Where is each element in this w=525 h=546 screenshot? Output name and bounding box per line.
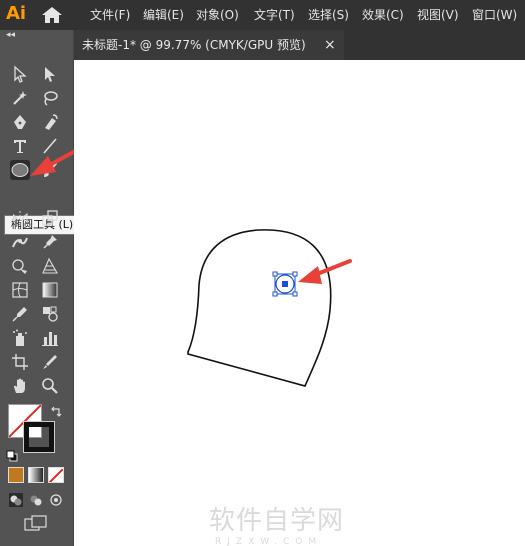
menu-select[interactable]: 选择(S): [308, 0, 349, 30]
reflect-tool-icon[interactable]: [10, 208, 30, 228]
swap-fill-stroke-icon[interactable]: [50, 403, 62, 417]
selected-anchor-point[interactable]: [272, 271, 298, 297]
menu-edit[interactable]: 编辑(E): [143, 0, 184, 30]
drawn-shape-path[interactable]: [187, 229, 332, 387]
menu-file[interactable]: 文件(F): [90, 0, 130, 30]
close-icon[interactable]: ×: [324, 30, 336, 60]
watermark-main: 软件自学网: [209, 506, 345, 536]
tools-panel: ◂◂ 椭圆工具 (L): [0, 30, 94, 546]
collapse-panel-icon[interactable]: ◂◂: [6, 30, 15, 40]
slice-tool-icon[interactable]: [40, 352, 60, 372]
menu-effect[interactable]: 效果(C): [362, 0, 404, 30]
selection-tool-icon[interactable]: [10, 64, 30, 84]
draw-behind-icon[interactable]: [28, 492, 44, 508]
menu-window[interactable]: 窗口(W): [472, 0, 517, 30]
puppet-warp-tool-icon[interactable]: [40, 232, 60, 252]
menu-type[interactable]: 文字(T): [254, 0, 295, 30]
watermark: 软件自学网 RJZXW.COM: [209, 500, 409, 546]
symbol-sprayer-tool-icon[interactable]: [10, 328, 30, 348]
magic-wand-tool-icon[interactable]: [10, 88, 30, 108]
stroke-swatch[interactable]: [23, 421, 55, 453]
shape-builder-tool-icon[interactable]: [10, 256, 30, 276]
watermark-sub: RJZXW.COM: [215, 537, 323, 546]
illustrator-logo: Ai: [6, 3, 27, 24]
scale-tool-icon[interactable]: [40, 208, 60, 228]
lasso-tool-icon[interactable]: [40, 88, 60, 108]
menu-object[interactable]: 对象(O): [196, 0, 239, 30]
direct-selection-tool-icon[interactable]: [40, 64, 60, 84]
artboard-tool-icon[interactable]: [10, 352, 30, 372]
hand-tool-icon[interactable]: [10, 376, 30, 396]
default-fill-stroke-icon[interactable]: [6, 447, 18, 462]
gradient-tool-icon[interactable]: [40, 280, 60, 300]
none-mode-button[interactable]: [48, 467, 64, 483]
document-tab-title: 未标题-1* @ 99.77% (CMYK/GPU 预览): [82, 38, 306, 52]
draw-inside-icon[interactable]: [48, 492, 64, 508]
zoom-tool-icon[interactable]: [40, 376, 60, 396]
pen-tool-icon[interactable]: [10, 112, 30, 132]
red-arrow-annotation-canvas: [298, 259, 352, 284]
home-icon[interactable]: [41, 6, 63, 24]
blend-tool-icon[interactable]: [40, 304, 60, 324]
curvature-tool-icon[interactable]: [40, 112, 60, 132]
menu-bar: Ai 文件(F) 编辑(E) 对象(O) 文字(T) 选择(S) 效果(C) 视…: [0, 0, 525, 30]
document-tab-bar: 未标题-1* @ 99.77% (CMYK/GPU 预览) ×: [74, 30, 525, 60]
screen-mode-icon[interactable]: [24, 515, 48, 531]
column-graph-tool-icon[interactable]: [40, 328, 60, 348]
perspective-grid-tool-icon[interactable]: [40, 256, 60, 276]
draw-normal-icon[interactable]: [8, 492, 24, 508]
artboard-canvas[interactable]: 软件自学网 RJZXW.COM: [74, 60, 525, 546]
color-mode-button[interactable]: [8, 467, 24, 483]
mesh-tool-icon[interactable]: [10, 280, 30, 300]
gradient-mode-button[interactable]: [28, 467, 44, 483]
width-tool-icon[interactable]: [10, 232, 30, 252]
eyedropper-tool-icon[interactable]: [10, 304, 30, 324]
document-tab[interactable]: 未标题-1* @ 99.77% (CMYK/GPU 预览) ×: [74, 30, 344, 60]
menu-view[interactable]: 视图(V): [417, 0, 459, 30]
